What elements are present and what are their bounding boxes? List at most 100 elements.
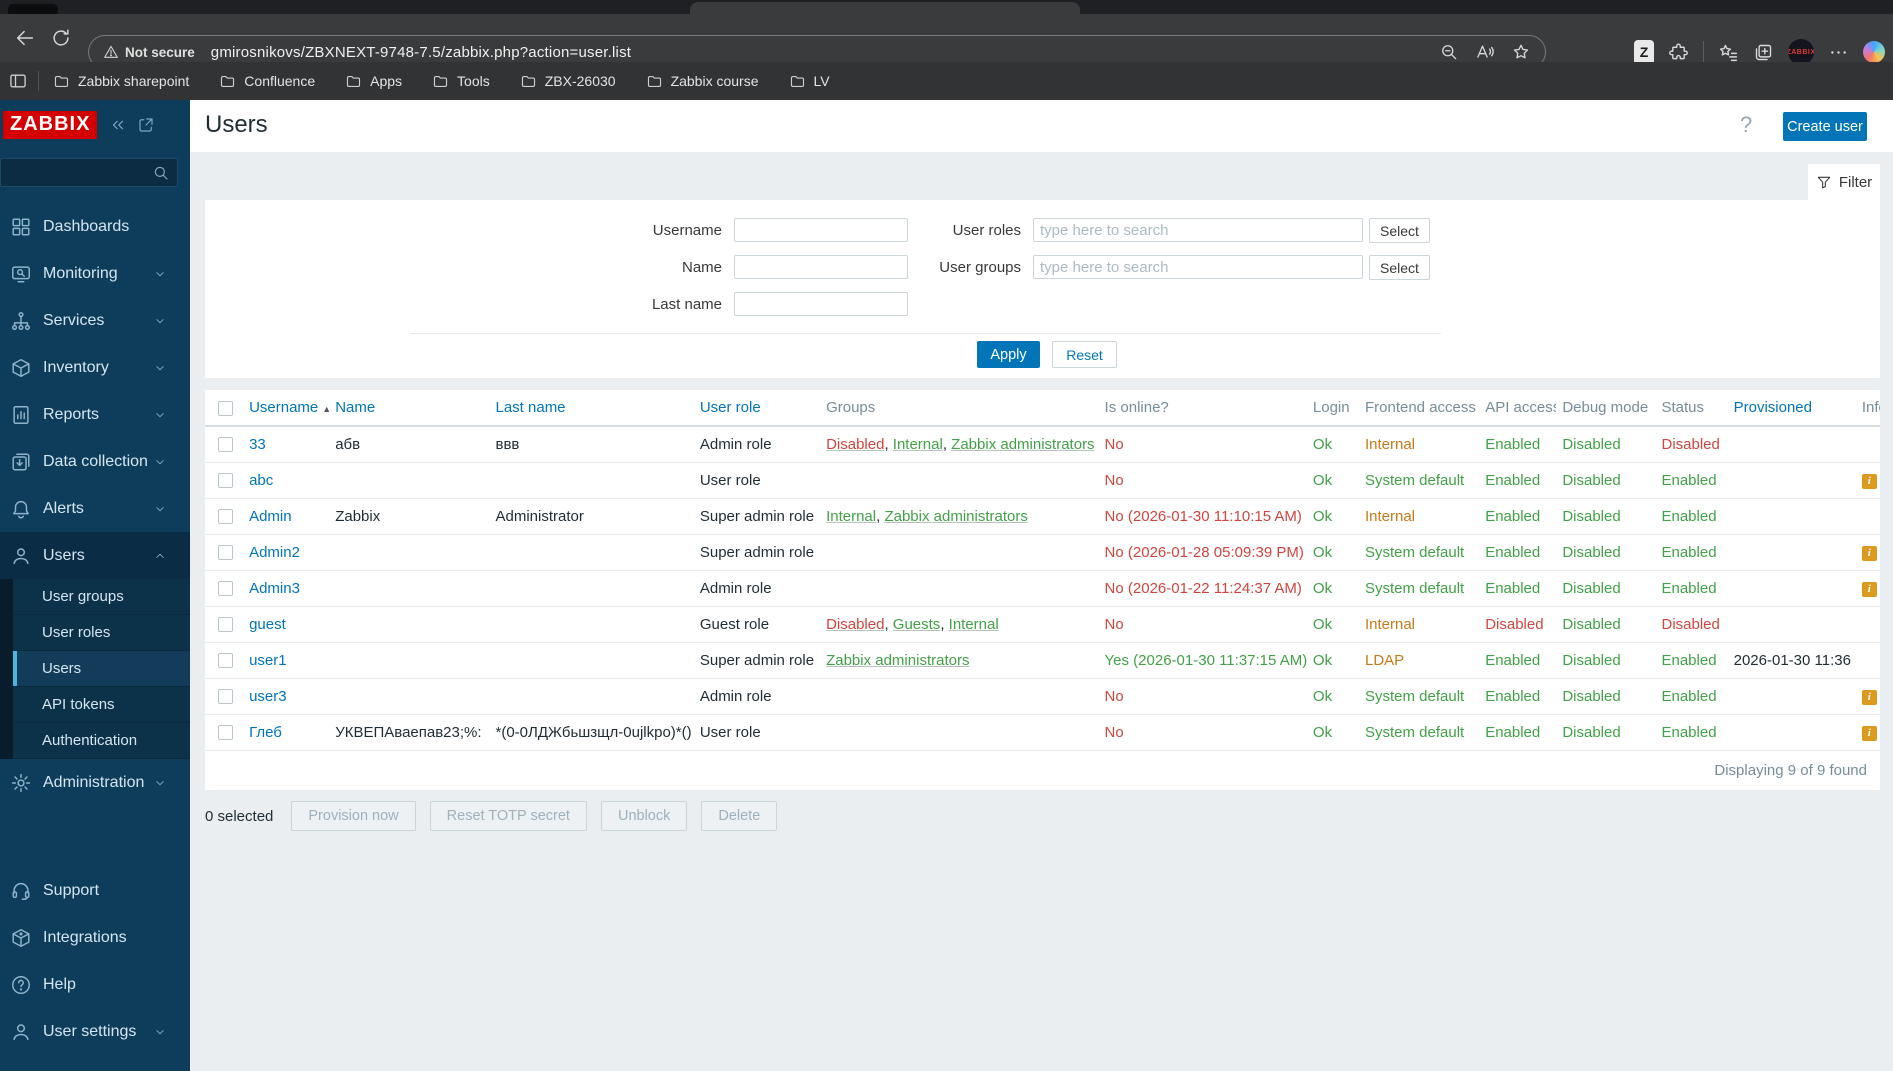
sidebar-item-users[interactable]: Users [0, 532, 190, 579]
extensions-puzzle-icon[interactable] [1668, 42, 1689, 63]
last-name-input[interactable] [734, 292, 908, 316]
sidebar-subitem-authentication[interactable]: Authentication [13, 723, 190, 759]
back-icon[interactable] [14, 27, 36, 49]
info-icon[interactable]: i [1861, 582, 1877, 597]
group-link[interactable]: Zabbix administrators [951, 436, 1094, 453]
row-checkbox[interactable] [218, 653, 233, 669]
row-checkbox[interactable] [218, 617, 233, 633]
favorite-star-icon[interactable] [1511, 42, 1531, 62]
user-roles-input[interactable] [1033, 218, 1363, 242]
info-icon[interactable]: i [1861, 474, 1877, 489]
provision-now-button[interactable]: Provision now [291, 801, 416, 831]
column-header-last-name[interactable]: Last name [489, 390, 694, 427]
bookmark-item[interactable]: LV [789, 73, 830, 90]
group-link[interactable]: Internal [893, 436, 943, 453]
sidebar-toggle-icon[interactable] [8, 71, 28, 91]
filter-tab[interactable]: Filter [1808, 164, 1880, 200]
sidebar-subitem-users[interactable]: Users [13, 651, 190, 687]
sidebar-subitem-user-roles[interactable]: User roles [13, 615, 190, 651]
group-link[interactable]: Guests [893, 616, 941, 633]
bookmark-item[interactable]: ZBX-26030 [520, 73, 616, 90]
sidebar-item-reports[interactable]: Reports [0, 391, 190, 438]
sidebar-item-dashboards[interactable]: Dashboards [0, 203, 190, 250]
sidebar-subitem-user-groups[interactable]: User groups [13, 579, 190, 615]
sidebar-search-input[interactable] [0, 158, 178, 187]
info-icon[interactable]: i [1861, 546, 1877, 561]
username-link[interactable]: Глеб [249, 724, 282, 741]
settings-menu-icon[interactable] [1828, 42, 1849, 63]
username-link[interactable]: user3 [249, 688, 287, 705]
row-checkbox[interactable] [218, 437, 233, 453]
group-link[interactable]: Internal [826, 508, 876, 525]
delete-button[interactable]: Delete [701, 801, 778, 831]
hide-sidebar-icon[interactable] [137, 116, 155, 134]
sidebar-item-help[interactable]: Help [0, 961, 190, 1008]
group-link[interactable]: Zabbix administrators [826, 652, 969, 669]
sidebar-item-support[interactable]: Support [0, 867, 190, 914]
zoom-out-icon[interactable] [1439, 42, 1459, 62]
bookmark-item[interactable]: Apps [345, 73, 402, 90]
tab-search-pill[interactable] [8, 4, 58, 14]
url-text[interactable]: gmirosnikovs/ZBXNEXT-9748-7.5/zabbix.php… [211, 44, 1439, 61]
sidebar-subitem-api-tokens[interactable]: API tokens [13, 687, 190, 723]
reset-button[interactable]: Reset [1052, 341, 1117, 368]
bookmark-item[interactable]: Zabbix course [646, 73, 759, 90]
copilot-icon[interactable] [1863, 41, 1885, 63]
row-checkbox[interactable] [218, 545, 233, 561]
username-link[interactable]: Admin3 [249, 580, 300, 597]
active-tab[interactable] [690, 2, 1080, 14]
site-security[interactable]: Not secure [103, 44, 195, 60]
column-header-name[interactable]: Name [329, 390, 490, 427]
reset-totp-secret-button[interactable]: Reset TOTP secret [429, 801, 587, 831]
bookmark-item[interactable]: Confluence [219, 73, 315, 90]
help-icon[interactable]: ? [1740, 112, 1752, 138]
sidebar-item-data-collection[interactable]: Data collection [0, 438, 190, 485]
column-header-user-role[interactable]: User role [693, 390, 821, 427]
refresh-icon[interactable] [50, 27, 72, 49]
user-groups-input[interactable] [1033, 255, 1363, 279]
row-checkbox[interactable] [218, 509, 233, 525]
group-link[interactable]: Disabled [826, 436, 884, 453]
unblock-button[interactable]: Unblock [600, 801, 688, 831]
sidebar-item-inventory[interactable]: Inventory [0, 344, 190, 391]
apply-button[interactable]: Apply [977, 341, 1040, 368]
sidebar-item-alerts[interactable]: Alerts [0, 485, 190, 532]
username-link[interactable]: guest [249, 616, 286, 633]
bookmark-item[interactable]: Tools [432, 73, 490, 90]
column-header-username[interactable]: Username▲ [243, 390, 330, 427]
user-roles-select-button[interactable]: Select [1369, 218, 1430, 243]
bookmark-item[interactable]: Zabbix sharepoint [53, 73, 189, 90]
info-cell [1855, 606, 1880, 643]
username-link[interactable]: Admin [249, 508, 292, 525]
collections-icon[interactable] [1753, 42, 1774, 63]
sidebar-item-integrations[interactable]: Integrations [0, 914, 190, 961]
select-all-checkbox[interactable] [218, 400, 233, 416]
sidebar-item-monitoring[interactable]: Monitoring [0, 250, 190, 297]
favorites-bar-icon[interactable] [1718, 42, 1739, 63]
column-header-provisioned[interactable]: Provisioned [1727, 390, 1856, 427]
last-name-cell [489, 462, 694, 499]
zabbix-logo[interactable]: ZABBIX [3, 111, 98, 139]
group-link[interactable]: Disabled [826, 616, 884, 633]
username-link[interactable]: user1 [249, 652, 287, 669]
sidebar-item-services[interactable]: Services [0, 297, 190, 344]
username-link[interactable]: abc [249, 472, 273, 489]
row-checkbox[interactable] [218, 689, 233, 705]
info-icon[interactable]: i [1861, 690, 1877, 705]
collapse-sidebar-icon[interactable] [109, 116, 127, 134]
sidebar-item-user-settings[interactable]: User settings [0, 1008, 190, 1055]
sidebar-item-administration[interactable]: Administration [0, 759, 190, 806]
username-link[interactable]: 33 [249, 436, 266, 453]
row-checkbox[interactable] [218, 581, 233, 597]
group-link[interactable]: Zabbix administrators [884, 508, 1027, 525]
row-checkbox[interactable] [218, 473, 233, 489]
zabbix-extension-icon[interactable]: Z [1634, 39, 1654, 65]
row-checkbox[interactable] [218, 725, 233, 741]
create-user-button[interactable]: Create user [1783, 112, 1867, 141]
group-link[interactable]: Internal [949, 616, 999, 633]
read-aloud-icon[interactable] [1475, 42, 1495, 62]
username-link[interactable]: Admin2 [249, 544, 300, 561]
user-groups-select-button[interactable]: Select [1369, 255, 1430, 280]
user-role-cell: Admin role [693, 570, 821, 607]
info-icon[interactable]: i [1861, 726, 1877, 741]
